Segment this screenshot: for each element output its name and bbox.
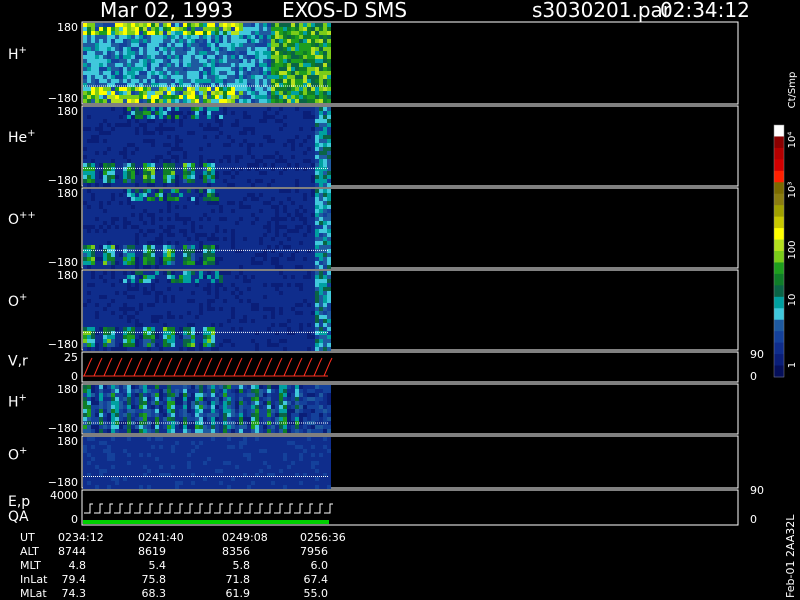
vr-sawtooth xyxy=(83,357,333,377)
footer-value: 0256:36 xyxy=(300,531,346,544)
ytick-max-o-plus: 180 xyxy=(57,269,78,282)
heatmap-opp xyxy=(83,189,331,269)
footer-value: 8619 xyxy=(138,545,166,558)
y2tick-max-vr: 90 xyxy=(750,348,764,361)
colorbar-swatch xyxy=(774,251,784,263)
ytick-min-vr: 0 xyxy=(71,370,78,383)
footer-value: 61.9 xyxy=(226,587,251,600)
heatmap-op xyxy=(83,271,331,351)
footer-value: 79.4 xyxy=(62,573,87,586)
footer-value: 75.8 xyxy=(142,573,167,586)
footer-value: 71.8 xyxy=(226,573,251,586)
y2tick-max-ep-qa: 90 xyxy=(750,484,764,497)
colorbar-swatch xyxy=(774,273,784,286)
footer-side-note: Feb-01 2AA32L xyxy=(784,514,797,598)
colorbar-swatch xyxy=(774,228,784,241)
footer-value: 4.8 xyxy=(69,559,87,572)
colorbar-swatch xyxy=(774,205,784,218)
header-file: s3030201.par xyxy=(532,0,672,22)
ytick-max-h-plus-2: 180 xyxy=(57,383,78,396)
colorbar-unit-label: Ct/Smp xyxy=(787,72,798,109)
qa-bar xyxy=(83,520,329,524)
colorbar-swatch xyxy=(774,147,784,160)
colorbar-swatch xyxy=(774,182,784,195)
ep-steps xyxy=(84,503,333,514)
footer-value: 6.0 xyxy=(311,559,329,572)
ytick-max-vr: 25 xyxy=(64,351,78,364)
footer-label-mlat: MLat xyxy=(20,587,47,600)
colorbar-tick: 10 xyxy=(787,294,798,307)
colorbar-swatch xyxy=(774,285,784,298)
ytick-max-he-plus: 180 xyxy=(57,105,78,118)
colorbar-swatch xyxy=(774,331,784,344)
footer-label-inlat: InLat xyxy=(20,573,48,586)
colorbar-swatch xyxy=(774,170,784,183)
ytick-min-h-plus: −180 xyxy=(48,92,78,105)
colorbar-swatch xyxy=(774,193,784,206)
colorbar-swatch xyxy=(774,216,784,229)
heatmap-he xyxy=(83,107,331,187)
footer-value: 0234:12 xyxy=(58,531,104,544)
colorbar-swatch xyxy=(774,308,784,321)
colorbar-swatch xyxy=(774,296,784,309)
footer-label-ut: UT xyxy=(20,531,35,544)
colorbar-swatch xyxy=(774,354,784,367)
header-instrument: EXOS-D SMS xyxy=(282,0,408,22)
colorbar-tick: 10³ xyxy=(787,182,798,199)
footer-value: 0249:08 xyxy=(222,531,268,544)
panel-label-o-plus: O+ xyxy=(8,292,27,310)
y2tick-min-ep-qa: 0 xyxy=(750,513,757,526)
y2tick-min-vr: 0 xyxy=(750,370,757,383)
footer-value: 74.3 xyxy=(62,587,87,600)
colorbar-swatch xyxy=(774,239,784,252)
header-time: 02:34:12 xyxy=(660,0,750,22)
colorbar-swatch xyxy=(774,319,784,332)
colorbar-swatch xyxy=(774,342,784,355)
panel-label-h-plus-2: H+ xyxy=(8,393,27,411)
colorbar-tick: 100 xyxy=(787,240,798,259)
panel-label-h-plus: H+ xyxy=(8,45,27,63)
footer-label-mlt: MLT xyxy=(20,559,41,572)
ytick-max-o-plusplus: 180 xyxy=(57,187,78,200)
heatmap-o2 xyxy=(83,437,331,489)
heatmap-h1 xyxy=(83,23,331,103)
footer-value: 8744 xyxy=(58,545,86,558)
panel-frame-vr xyxy=(81,351,739,383)
footer-value: 67.4 xyxy=(304,573,329,586)
footer-label-alt: ALT xyxy=(20,545,39,558)
colorbar-swatch xyxy=(774,125,784,137)
footer-value: 5.8 xyxy=(233,559,251,572)
ytick-max-o-plus-2: 180 xyxy=(57,435,78,448)
panel-label2-ep-qa: QA xyxy=(8,509,29,525)
colorbar-tick: 1 xyxy=(787,362,798,368)
colorbar-swatch xyxy=(774,159,784,172)
panel-label-ep-qa: E,p xyxy=(8,494,30,510)
heatmap-h2 xyxy=(83,385,331,433)
ytick-min-he-plus: −180 xyxy=(48,174,78,187)
ytick-min-o-plus: −180 xyxy=(48,338,78,351)
footer-value: 5.4 xyxy=(149,559,167,572)
ytick-max-ep-qa: 4000 xyxy=(50,489,78,502)
spectrogram-figure: H+180−180He+180−180O++180−180O+180−180V,… xyxy=(8,21,798,600)
panel-label-he-plus: He+ xyxy=(8,128,36,146)
ytick-min-o-plusplus: −180 xyxy=(48,256,78,269)
colorbar-swatch xyxy=(774,262,784,275)
panel-label-o-plus-2: O+ xyxy=(8,445,27,463)
panel-label-vr: V,r xyxy=(8,354,28,370)
colorbar-swatch xyxy=(774,365,784,378)
footer-value: 55.0 xyxy=(304,587,329,600)
colorbar-tick: 10⁴ xyxy=(787,132,798,149)
ytick-min-ep-qa: 0 xyxy=(71,513,78,526)
ytick-min-o-plus-2: −180 xyxy=(48,476,78,489)
ytick-max-h-plus: 180 xyxy=(57,21,78,34)
footer-value: 0241:40 xyxy=(138,531,184,544)
colorbar-swatch xyxy=(774,136,784,149)
footer-value: 7956 xyxy=(300,545,328,558)
footer-value: 68.3 xyxy=(142,587,167,600)
ytick-min-h-plus-2: −180 xyxy=(48,422,78,435)
footer-value: 8356 xyxy=(222,545,250,558)
header-date: Mar 02, 1993 xyxy=(100,0,234,22)
panel-label-o-plusplus: O++ xyxy=(8,210,36,228)
